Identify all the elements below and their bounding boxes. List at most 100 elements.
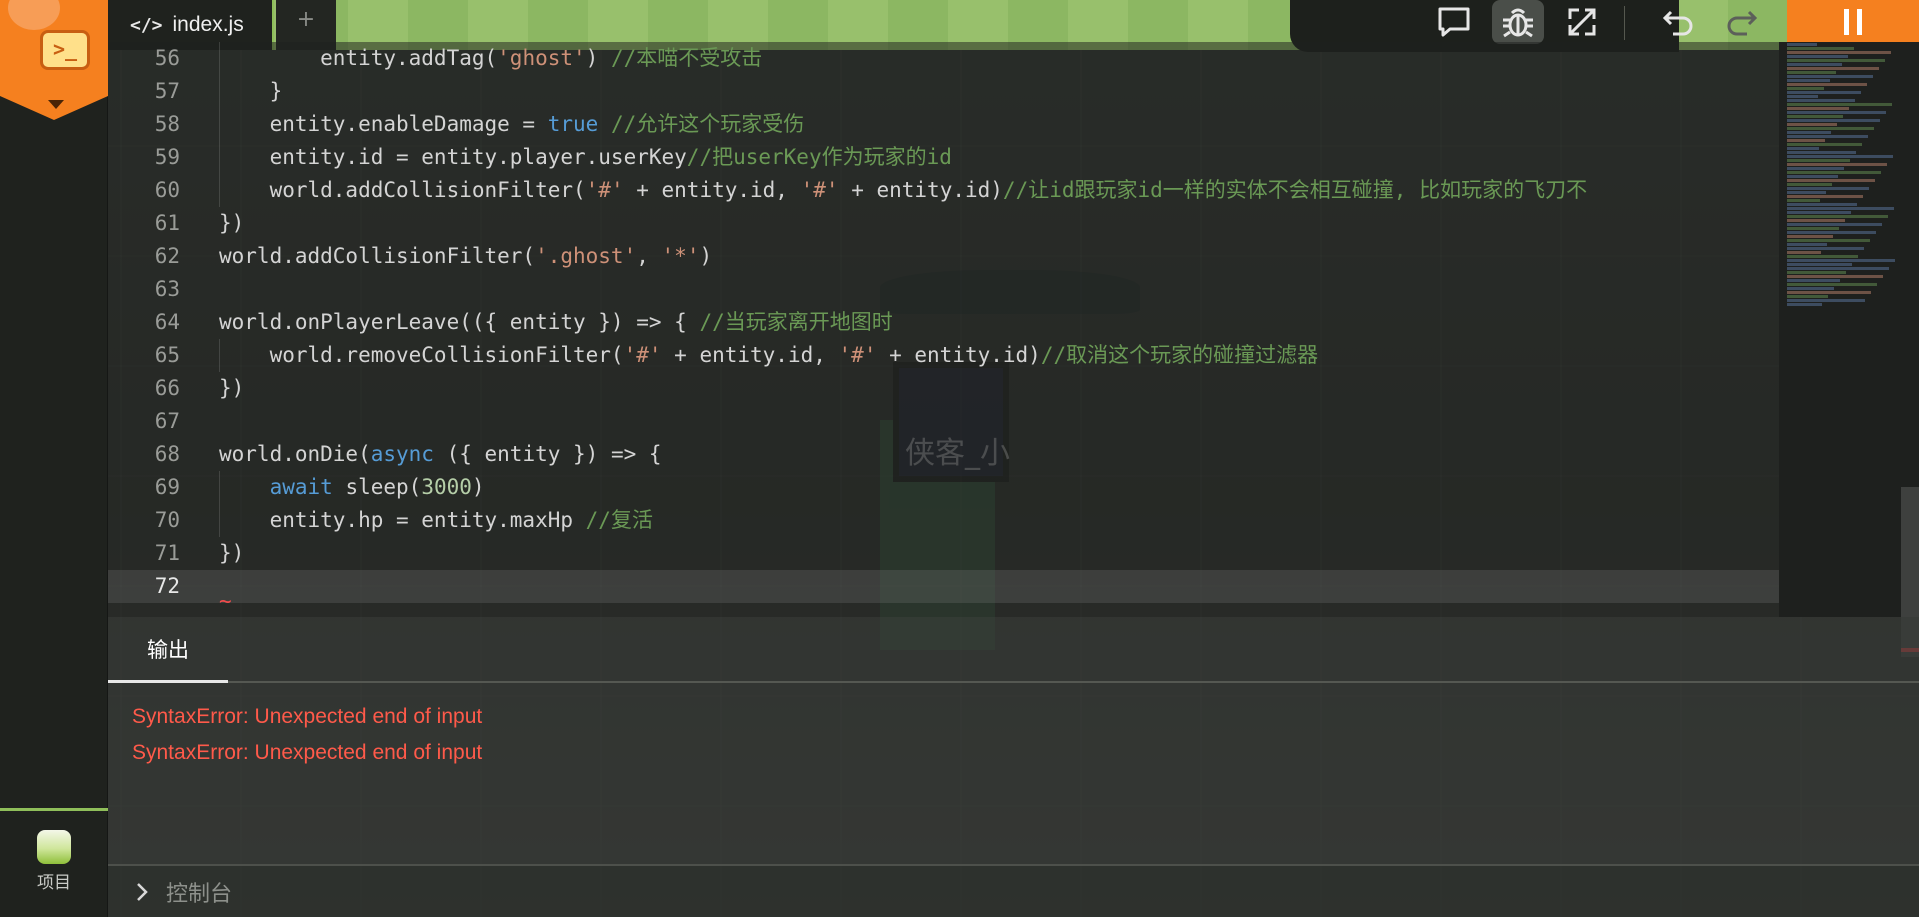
project-label: 项目 bbox=[37, 873, 71, 893]
console-label: 控制台 bbox=[166, 881, 233, 907]
minimap-line bbox=[1787, 275, 1883, 278]
minimap-line bbox=[1787, 103, 1892, 106]
code-line[interactable]: 72 bbox=[108, 570, 1779, 603]
output-panel: 输出 SyntaxError: Unexpected end of input … bbox=[108, 617, 1919, 864]
output-log: SyntaxError: Unexpected end of input Syn… bbox=[132, 699, 482, 771]
minimap-line bbox=[1787, 139, 1825, 142]
minimap-line bbox=[1787, 179, 1875, 182]
line-code: entity.id = entity.player.userKey//把user… bbox=[219, 145, 952, 169]
code-line[interactable]: 59 entity.id = entity.player.userKey//把u… bbox=[108, 141, 1779, 174]
code-line[interactable]: 71}) bbox=[108, 537, 1779, 570]
tab-output[interactable]: 输出 bbox=[108, 617, 228, 683]
line-code: } bbox=[219, 79, 283, 103]
minimap-line bbox=[1787, 267, 1889, 270]
minimap-line bbox=[1787, 115, 1843, 118]
minimap-line bbox=[1787, 271, 1846, 274]
comment-icon bbox=[1438, 7, 1470, 37]
expand-icon bbox=[1568, 8, 1596, 36]
minimap-line bbox=[1787, 303, 1822, 306]
console-toggle[interactable]: 控制台 bbox=[108, 864, 1919, 917]
minimap-line bbox=[1787, 231, 1876, 234]
minimap-line bbox=[1787, 191, 1826, 194]
line-code: }) bbox=[219, 541, 245, 565]
fullscreen-button[interactable] bbox=[1556, 0, 1608, 44]
code-line[interactable]: 66}) bbox=[108, 372, 1779, 405]
minimap-line bbox=[1787, 155, 1893, 158]
line-number: 70 bbox=[154, 508, 180, 532]
comment-button[interactable] bbox=[1428, 0, 1480, 44]
line-code: world.onPlayerLeave(({ entity }) => { //… bbox=[219, 310, 893, 334]
line-number: 63 bbox=[154, 277, 180, 301]
minimap-line bbox=[1787, 167, 1844, 170]
line-code: entity.addTag('ghost') //本喵不受攻击 bbox=[219, 46, 763, 70]
minimap-line bbox=[1787, 283, 1877, 286]
line-number: 58 bbox=[154, 112, 180, 136]
minimap-line bbox=[1787, 99, 1855, 102]
minimap-line bbox=[1787, 91, 1861, 94]
minimap-line bbox=[1787, 219, 1845, 222]
code-line[interactable]: 61}) bbox=[108, 207, 1779, 240]
minimap-line bbox=[1787, 215, 1888, 218]
minimap-line bbox=[1787, 51, 1891, 54]
minimap-line bbox=[1787, 151, 1856, 154]
pause-icon bbox=[1844, 9, 1862, 35]
code-line[interactable]: 56 entity.addTag('ghost') //本喵不受攻击 bbox=[108, 42, 1779, 75]
toolbar-separator bbox=[1624, 6, 1625, 40]
error-message: SyntaxError: Unexpected end of input bbox=[132, 705, 483, 728]
code-editor[interactable]: 56 entity.addTag('ghost') //本喵不受攻击 57 } 58… bbox=[108, 42, 1779, 617]
logo-decoration bbox=[8, 0, 60, 30]
minimap-line bbox=[1787, 243, 1827, 246]
minimap-line bbox=[1787, 199, 1820, 202]
code-line[interactable]: 69 await sleep(3000) bbox=[108, 471, 1779, 504]
code-line[interactable]: 58 entity.enableDamage = true //允许这个玩家受伤 bbox=[108, 108, 1779, 141]
line-code: world.addCollisionFilter('#' + entity.id… bbox=[219, 178, 1588, 202]
code-minimap[interactable] bbox=[1779, 42, 1919, 657]
minimap-line bbox=[1787, 203, 1857, 206]
minimap-line bbox=[1787, 163, 1887, 166]
minimap-line bbox=[1787, 259, 1895, 262]
code-line[interactable]: 65 world.removeCollisionFilter('#' + ent… bbox=[108, 339, 1779, 372]
project-icon bbox=[37, 830, 71, 864]
pause-button[interactable] bbox=[1787, 0, 1919, 44]
minimap-line bbox=[1787, 175, 1838, 178]
minimap-line bbox=[1787, 131, 1831, 134]
line-code: await sleep(3000) bbox=[269, 475, 485, 499]
line-number: 66 bbox=[154, 376, 180, 400]
minimap-line bbox=[1787, 87, 1824, 90]
redo-button[interactable] bbox=[1716, 0, 1768, 44]
minimap-line bbox=[1787, 159, 1850, 162]
minimap-line bbox=[1787, 95, 1818, 98]
line-number: 61 bbox=[154, 211, 180, 235]
minimap-line bbox=[1787, 279, 1840, 282]
code-line[interactable]: 68 world.onDie(async ({ entity }) => { bbox=[108, 438, 1779, 471]
minimap-line bbox=[1787, 251, 1821, 254]
error-squiggle-line: ~ bbox=[108, 589, 1779, 617]
code-line[interactable]: 64 world.onPlayerLeave(({ entity }) => { … bbox=[108, 306, 1779, 339]
line-number: 68 bbox=[154, 442, 180, 466]
minimap-line bbox=[1787, 143, 1862, 146]
debug-button[interactable] bbox=[1492, 0, 1544, 44]
line-number: 56 bbox=[154, 46, 180, 70]
code-line[interactable]: 70 entity.hp = entity.maxHp //复活 bbox=[108, 504, 1779, 537]
line-number: 59 bbox=[154, 145, 180, 169]
minimap-line bbox=[1787, 239, 1870, 242]
code-line[interactable]: 57 } bbox=[108, 75, 1779, 108]
code-line[interactable]: 62 world.addCollisionFilter('.ghost', '*'… bbox=[108, 240, 1779, 273]
app-logo-tab[interactable]: >_ bbox=[0, 0, 108, 120]
code-line[interactable]: 63 bbox=[108, 273, 1779, 306]
minimap-lines bbox=[1779, 43, 1919, 306]
line-code: world.onDie(async ({ entity }) => { bbox=[219, 442, 662, 466]
minimap-line bbox=[1787, 47, 1854, 50]
code-line[interactable]: 60 world.addCollisionFilter('#' + entity… bbox=[108, 174, 1779, 207]
minimap-line bbox=[1787, 183, 1832, 186]
minimap-line bbox=[1787, 299, 1865, 302]
line-number: 67 bbox=[154, 409, 180, 433]
minimap-line bbox=[1787, 63, 1842, 66]
minimap-line bbox=[1787, 147, 1819, 150]
undo-button[interactable] bbox=[1652, 0, 1704, 44]
line-number: 65 bbox=[154, 343, 180, 367]
minimap-line bbox=[1787, 223, 1882, 226]
line-number: 64 bbox=[154, 310, 180, 334]
code-line[interactable]: 67 bbox=[108, 405, 1779, 438]
project-button[interactable]: 项目 bbox=[0, 820, 108, 900]
